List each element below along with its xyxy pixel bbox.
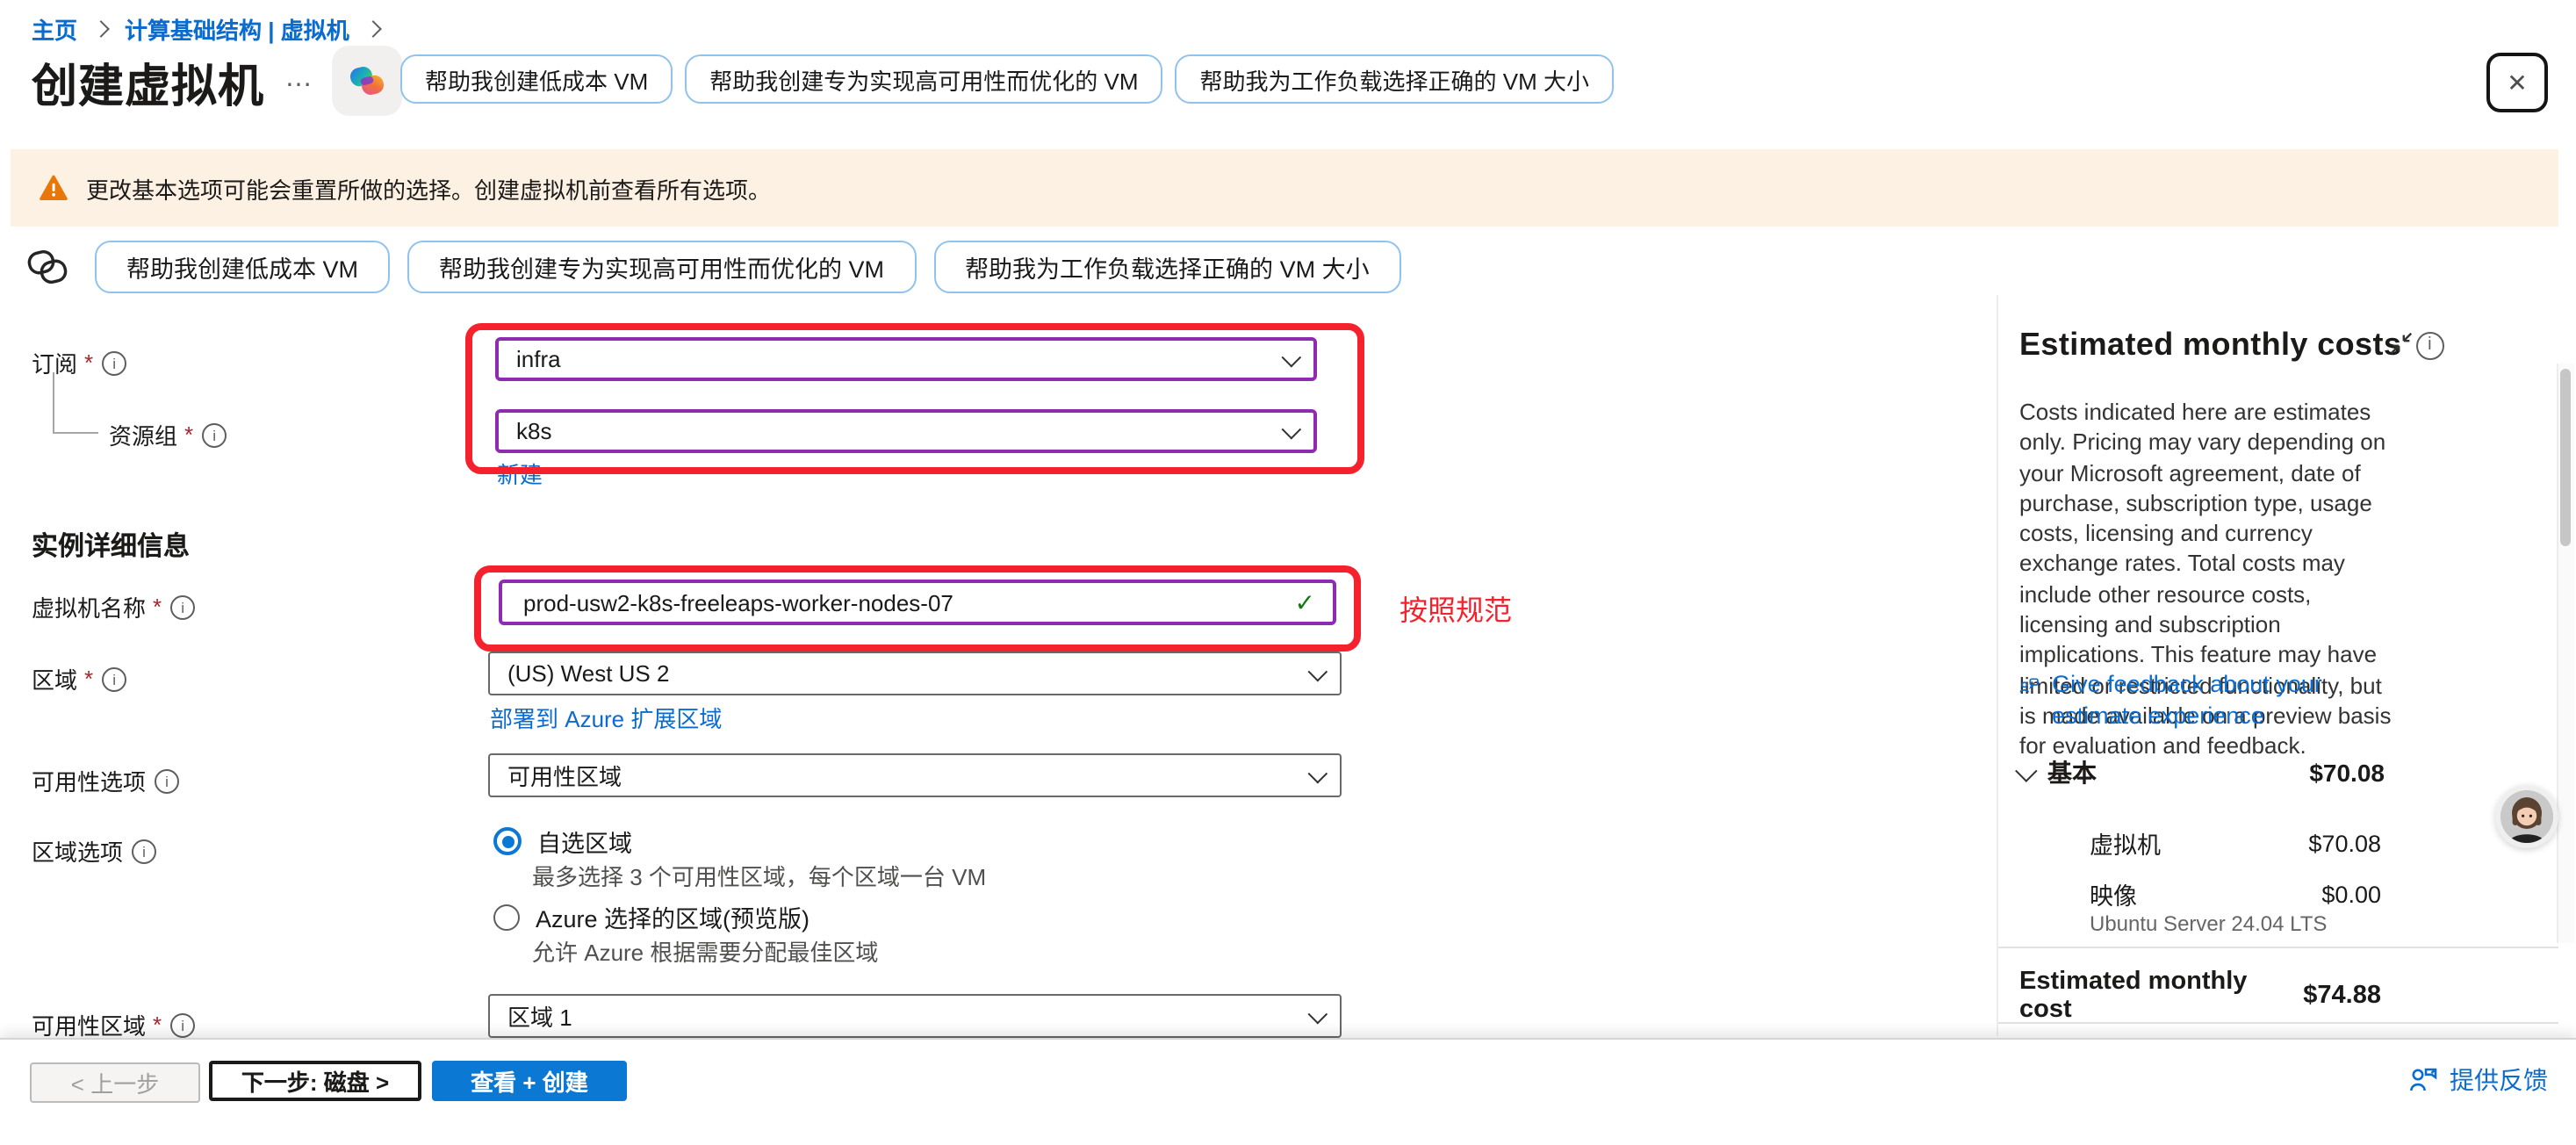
chevron-down-icon bbox=[1282, 347, 1302, 367]
instance-details-heading: 实例详细信息 bbox=[32, 527, 190, 564]
deploy-extended-zone-link[interactable]: 部署到 Azure 扩展区域 bbox=[490, 701, 722, 734]
cost-panel-title-row: Estimated monthly costs i bbox=[2019, 327, 2443, 364]
feedback-bubbles-icon bbox=[2019, 673, 2040, 701]
feedback-person-icon bbox=[2409, 1066, 2439, 1094]
breadcrumb: 主页 计算基础结构 | 虚拟机 bbox=[32, 12, 383, 46]
cost-total-row: Estimated monthly cost $74.88 bbox=[2019, 968, 2381, 1024]
assistant-avatar[interactable] bbox=[2495, 785, 2558, 848]
clipped-form-row: 可用性区域* i 区域 1 bbox=[0, 983, 1997, 1038]
cost-group-value: $70.08 bbox=[2309, 759, 2385, 787]
collapse-panel-button[interactable] bbox=[2388, 330, 2414, 365]
copilot-prompt-low-cost[interactable]: 帮助我创建低成本 VM bbox=[400, 54, 673, 104]
vm-name-label: 虚拟机名称* i bbox=[32, 590, 195, 623]
cost-item-image-sub: Ubuntu Server 24.04 LTS bbox=[2090, 911, 2327, 936]
zone-option-azure-select[interactable]: Azure 选择的区域(预览版) bbox=[493, 899, 809, 934]
info-icon[interactable]: i bbox=[170, 594, 195, 619]
copilot-prompt-high-availability[interactable]: 帮助我创建专为实现高可用性而优化的 VM bbox=[407, 241, 916, 293]
copilot-icon bbox=[346, 60, 388, 102]
chevron-down-icon bbox=[1282, 419, 1302, 439]
warning-banner: 更改基本选项可能会重置所做的选择。创建虚拟机前查看所有选项。 bbox=[11, 149, 2558, 227]
zone-option-self-select[interactable]: 自选区域 bbox=[493, 824, 632, 859]
availability-zone-dropdown[interactable]: 区域 1 bbox=[488, 994, 1342, 1038]
cost-item-vm: 虚拟机 $70.08 bbox=[2090, 825, 2381, 861]
copilot-prompt-low-cost[interactable]: 帮助我创建低成本 VM bbox=[95, 241, 390, 293]
chevron-right-icon bbox=[364, 20, 382, 38]
next-step-disks-button[interactable]: 下一步: 磁盘 > bbox=[209, 1061, 421, 1101]
region-dropdown[interactable]: (US) West US 2 bbox=[488, 652, 1342, 695]
info-icon[interactable]: i bbox=[102, 350, 126, 375]
copilot-prompt-high-availability[interactable]: 帮助我创建专为实现高可用性而优化的 VM bbox=[685, 54, 1162, 104]
zone-option-azure-select-desc: 允许 Azure 根据需要分配最佳区域 bbox=[532, 934, 878, 968]
info-icon[interactable]: i bbox=[170, 1012, 195, 1037]
create-vm-page: 主页 计算基础结构 | 虚拟机 创建虚拟机 … 帮助我创建低成本 VM bbox=[0, 0, 2576, 1143]
panel-divider bbox=[1997, 295, 1998, 1036]
panel-scrollbar-thumb[interactable] bbox=[2560, 369, 2571, 546]
breadcrumb-section-link[interactable]: 计算基础结构 | 虚拟机 bbox=[125, 12, 349, 46]
warning-text: 更改基本选项可能会重置所做的选择。创建虚拟机前查看所有选项。 bbox=[86, 171, 771, 205]
annotation-note: 按照规范 bbox=[1400, 587, 1512, 629]
subscription-dropdown[interactable]: infra bbox=[495, 337, 1317, 381]
copilot-prompt-row-inline: 帮助我创建低成本 VM 帮助我创建专为实现高可用性而优化的 VM 帮助我为工作负… bbox=[95, 241, 1401, 293]
vm-name-field-wrap: ✓ bbox=[499, 580, 1336, 625]
copilot-prompt-row-top: 帮助我创建低成本 VM 帮助我创建专为实现高可用性而优化的 VM 帮助我为工作负… bbox=[400, 54, 1614, 104]
page-title: 创建虚拟机 bbox=[32, 51, 264, 116]
info-icon[interactable]: i bbox=[132, 839, 156, 863]
zone-option-self-select-desc: 最多选择 3 个可用性区域，每个区域一台 VM bbox=[532, 859, 986, 892]
warning-icon bbox=[39, 174, 68, 202]
availability-options-dropdown[interactable]: 可用性区域 bbox=[488, 753, 1342, 797]
footer-bar: < 上一步 下一步: 磁盘 > 查看 + 创建 提供反馈 bbox=[0, 1038, 2576, 1145]
chevron-down-icon bbox=[1308, 763, 1328, 783]
info-icon[interactable]: i bbox=[2415, 331, 2443, 359]
info-icon[interactable]: i bbox=[155, 768, 179, 793]
availability-options-label: 可用性选项 i bbox=[32, 764, 179, 797]
cost-panel-title: Estimated monthly costs bbox=[2019, 327, 2401, 364]
collapse-icon bbox=[2388, 330, 2414, 356]
resource-group-dropdown[interactable]: k8s bbox=[495, 409, 1317, 453]
more-options-button[interactable]: … bbox=[284, 63, 316, 95]
tree-connector bbox=[53, 372, 98, 434]
cost-total-value: $74.88 bbox=[2303, 982, 2381, 1010]
previous-step-button[interactable]: < 上一步 bbox=[30, 1062, 200, 1103]
avatar-image bbox=[2500, 790, 2553, 843]
copilot-prompt-right-size[interactable]: 帮助我为工作负载选择正确的 VM 大小 bbox=[1176, 54, 1614, 104]
radio-unselected-icon[interactable] bbox=[493, 904, 520, 930]
info-icon[interactable]: i bbox=[102, 666, 126, 691]
chevron-down-icon[interactable] bbox=[2015, 759, 2037, 781]
cost-item-image: 映像 $0.00 bbox=[2090, 876, 2381, 911]
panel-hr bbox=[1998, 947, 2558, 948]
info-icon[interactable]: i bbox=[202, 422, 227, 447]
review-create-button[interactable]: 查看 + 创建 bbox=[432, 1061, 627, 1101]
region-label: 区域* i bbox=[32, 662, 126, 695]
copilot-outline-icon bbox=[23, 244, 72, 299]
panel-hr bbox=[1998, 1022, 2558, 1024]
cost-group-row[interactable]: 基本 $70.08 bbox=[2016, 755, 2385, 790]
valid-check-icon: ✓ bbox=[1295, 587, 1315, 617]
chevron-right-icon bbox=[92, 20, 110, 38]
vm-name-input[interactable] bbox=[520, 587, 1284, 617]
resource-group-label: 资源组* i bbox=[109, 418, 227, 451]
give-feedback-link[interactable]: 提供反馈 bbox=[2409, 1062, 2548, 1098]
chevron-down-icon bbox=[1308, 1004, 1328, 1024]
chevron-down-icon bbox=[1308, 661, 1328, 681]
availability-zone-label: 可用性区域* i bbox=[32, 1008, 195, 1038]
close-button[interactable]: ✕ bbox=[2486, 53, 2548, 112]
create-new-resource-group-link[interactable]: 新建 bbox=[497, 457, 543, 490]
radio-selected-icon[interactable] bbox=[493, 827, 522, 855]
close-icon: ✕ bbox=[2507, 68, 2527, 97]
zone-options-label: 区域选项 i bbox=[32, 834, 156, 868]
estimate-feedback-link[interactable]: Give feedback about your estimate experi… bbox=[2019, 669, 2406, 731]
copilot-prompt-right-size[interactable]: 帮助我为工作负载选择正确的 VM 大小 bbox=[933, 241, 1401, 293]
copilot-button[interactable] bbox=[332, 46, 402, 116]
breadcrumb-home-link[interactable]: 主页 bbox=[32, 12, 77, 46]
